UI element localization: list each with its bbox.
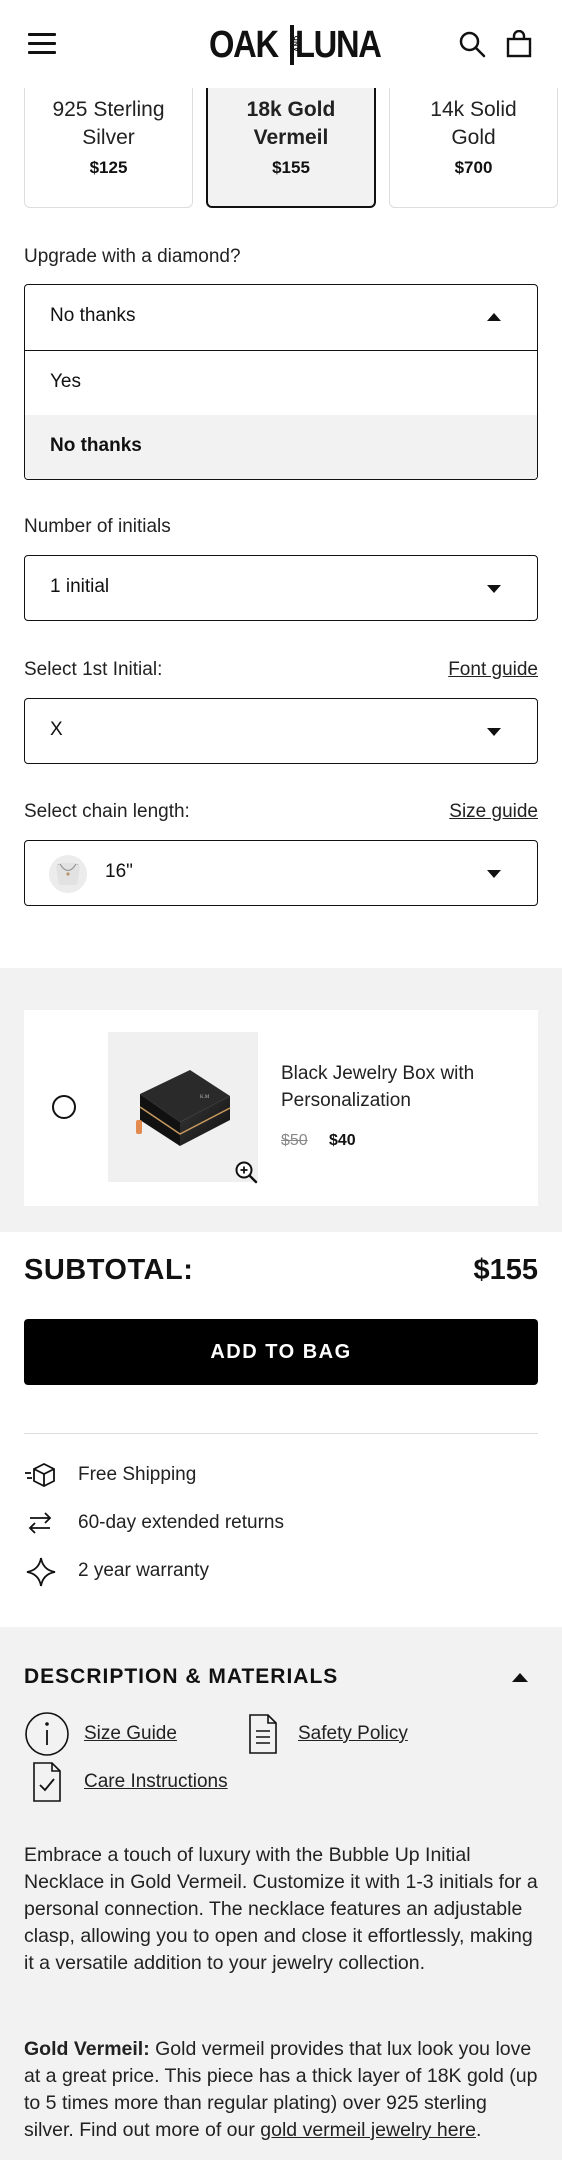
exchange-arrows-icon (28, 1512, 52, 1534)
upsell-title: Black Jewelry Box with Personalization (281, 1063, 475, 1111)
add-to-bag-button[interactable]: ADD TO BAG (24, 1319, 538, 1385)
description-paragraph: Embrace a touch of luxury with the Bubbl… (24, 1844, 538, 1974)
first-initial-value: X (50, 719, 63, 740)
safety-policy-link[interactable]: Safety Policy (298, 1723, 408, 1745)
chevron-down-icon (487, 870, 501, 878)
initials-count-value: 1 initial (50, 576, 110, 597)
sparkle-icon (26, 1557, 56, 1587)
upsell-section: K.M Black Jewelry Box with Personalizati… (0, 968, 562, 1232)
diamond-option-yes[interactable]: Yes (25, 351, 537, 415)
document-icon (249, 1714, 277, 1754)
gold-vermeil-paragraph: Gold Vermeil: Gold vermeil provides that… (24, 2036, 538, 2144)
initials-count-select[interactable]: 1 initial (24, 555, 538, 621)
chevron-down-icon (487, 728, 501, 736)
metal-option-price: $155 (272, 158, 310, 177)
site-header: OAK AND LUNA (0, 0, 562, 92)
subtotal-value: $155 (473, 1254, 538, 1286)
metal-option-name: 925 Sterling Silver (52, 98, 165, 149)
description-section: DESCRIPTION & MATERIALS Size Guide Safet… (0, 1627, 562, 2160)
chevron-up-icon (487, 313, 501, 321)
chain-length-value: 16" (105, 861, 133, 882)
chain-length-select[interactable]: 16" (24, 840, 538, 906)
gold-vermeil-link[interactable]: gold vermeil jewelry here (260, 2119, 476, 2141)
logo-word-right: LUNA (294, 24, 382, 66)
upsell-card[interactable]: K.M Black Jewelry Box with Personalizati… (24, 1010, 538, 1206)
checklist-document-icon (33, 1762, 61, 1802)
description-title[interactable]: DESCRIPTION & MATERIALS (24, 1665, 338, 1689)
upsell-original-price: $50 (281, 1132, 308, 1149)
metal-option-price: $125 (89, 158, 128, 177)
metal-option-name: 18k Gold Vermeil (246, 98, 336, 149)
metal-option-vermeil[interactable]: 18k Gold Vermeil $155 (206, 88, 376, 208)
size-guide-link[interactable]: Size guide (449, 801, 538, 823)
diamond-option-no-thanks[interactable]: No thanks (25, 415, 537, 479)
initials-count-label: Number of initials (24, 516, 171, 537)
diamond-select-head[interactable]: No thanks (25, 285, 537, 351)
necklace-thumbnail-icon (49, 855, 87, 893)
logo-word-left: OAK (209, 24, 279, 66)
first-initial-label: Select 1st Initial: (24, 659, 163, 680)
first-initial-select[interactable]: X (24, 698, 538, 764)
gold-vermeil-heading: Gold Vermeil: (24, 2038, 150, 2060)
care-instructions-link[interactable]: Care Instructions (84, 1771, 228, 1793)
metal-option-silver[interactable]: 925 Sterling Silver $125 (24, 88, 193, 208)
menu-icon[interactable] (28, 33, 56, 55)
metal-option-name: 14k Solid Gold (430, 98, 517, 149)
diamond-selected-value: No thanks (50, 305, 136, 326)
bag-icon[interactable] (506, 30, 532, 58)
info-icon (25, 1712, 69, 1756)
chevron-up-icon[interactable] (512, 1673, 528, 1682)
font-guide-link[interactable]: Font guide (448, 659, 538, 681)
diamond-dropdown[interactable]: No thanks Yes No thanks (24, 284, 538, 480)
package-icon (25, 1462, 55, 1488)
search-icon[interactable] (458, 30, 486, 58)
divider (24, 1433, 538, 1434)
zoom-in-icon[interactable] (234, 1160, 258, 1184)
metal-option-price: $700 (454, 158, 493, 177)
chain-length-label: Select chain length: (24, 801, 190, 822)
gold-vermeil-period: . (475, 2119, 482, 2141)
diamond-label: Upgrade with a diamond? (24, 246, 241, 267)
subtotal-label: SUBTOTAL: (24, 1254, 194, 1286)
svg-text:K.M: K.M (200, 1095, 210, 1100)
logo-and-box: AND (289, 25, 301, 65)
metal-option-solid-gold[interactable]: 14k Solid Gold $700 (389, 88, 558, 208)
chevron-down-icon (487, 585, 501, 593)
size-guide-doc-link[interactable]: Size Guide (84, 1723, 177, 1745)
brand-logo[interactable]: OAK AND LUNA (209, 24, 382, 66)
upsell-radio[interactable] (52, 1095, 76, 1119)
upsell-sale-price: $40 (329, 1132, 356, 1149)
